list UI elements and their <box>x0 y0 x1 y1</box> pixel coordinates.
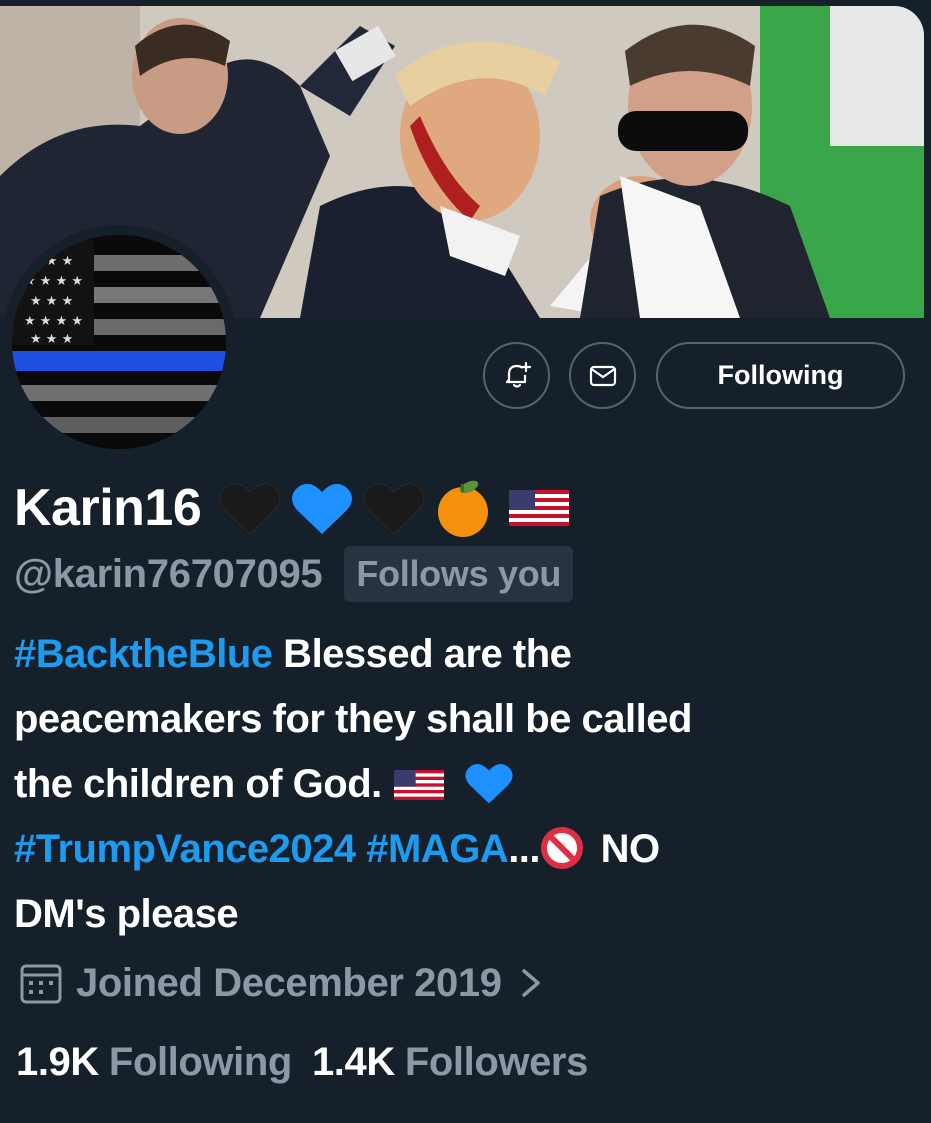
blue-heart-icon <box>292 483 353 534</box>
follows-you-badge: Follows you <box>344 546 574 602</box>
tangerine-icon <box>438 480 489 537</box>
bio-text: DM's please <box>14 892 239 936</box>
blue-heart-icon <box>465 764 513 804</box>
profile-avatar[interactable]: ★ ★ ★ ★ ★ ★ ★ ★ ★ ★ ★ ★ ★ ★ ★ ★ ★ <box>2 225 236 459</box>
name-emojis <box>219 478 570 538</box>
bio-text: ... <box>508 827 541 871</box>
svg-text:★ ★ ★ ★: ★ ★ ★ ★ <box>24 314 83 329</box>
following-button[interactable]: Following <box>656 342 905 409</box>
bio-text: NO <box>590 827 661 871</box>
bio-text: Blessed are the <box>272 632 572 676</box>
following-count: 1.9K <box>16 1040 99 1084</box>
following-label: Following <box>108 1040 292 1084</box>
followers-label: Followers <box>404 1040 589 1084</box>
notifications-button[interactable] <box>483 342 550 409</box>
hashtag-link[interactable]: #BacktheBlue <box>14 632 273 676</box>
message-button[interactable] <box>569 342 636 409</box>
bio-text <box>356 827 367 871</box>
prohibited-icon <box>541 827 584 869</box>
black-heart-icon <box>219 483 281 535</box>
display-name: Karin16 <box>14 479 202 537</box>
us-flag-icon <box>509 490 570 526</box>
bio-text: the children of God. <box>14 762 382 806</box>
bio-line: #BacktheBlue Blessed are the <box>14 622 914 687</box>
hashtag-link[interactable]: #MAGA <box>366 827 508 871</box>
followers-count: 1.4K <box>311 1040 395 1084</box>
hashtag-link[interactable]: #TrumpVance2024 <box>14 827 356 871</box>
svg-text:★ ★ ★ ★: ★ ★ ★ ★ <box>24 274 83 289</box>
thin-blue-line-flag-icon: ★ ★ ★ ★ ★ ★ ★ ★ ★ ★ ★ ★ ★ ★ ★ ★ ★ <box>12 235 226 449</box>
bio-line: DM's please <box>14 882 914 947</box>
envelope-icon <box>589 365 616 386</box>
bio-line: the children of God. <box>14 752 914 817</box>
joined-date-label: Joined December 2019 <box>76 960 502 1005</box>
handle-row: @karin76707095 Follows you <box>14 546 574 602</box>
svg-text:★ ★ ★: ★ ★ ★ <box>30 332 73 347</box>
bio-text: peacemakers for they shall be called <box>14 697 692 741</box>
profile-page: ★ ★ ★ ★ ★ ★ ★ ★ ★ ★ ★ ★ ★ ★ ★ ★ ★ Follow… <box>0 0 931 1123</box>
following-count-link[interactable]: 1.9K Following <box>16 1040 292 1085</box>
follow-counts: 1.9K Following 1.4K Followers <box>16 1040 608 1085</box>
profile-bio: #BacktheBlue Blessed are the peacemakers… <box>14 622 914 947</box>
black-heart-icon <box>363 483 425 535</box>
bio-line: #TrumpVance2024 #MAGA... NO <box>14 817 914 882</box>
us-flag-icon <box>393 770 444 800</box>
calendar-icon <box>20 964 62 1004</box>
svg-text:★ ★ ★: ★ ★ ★ <box>30 294 73 309</box>
followers-count-link[interactable]: 1.4K Followers <box>312 1040 588 1085</box>
joined-date-row[interactable]: Joined December 2019 <box>16 958 546 1008</box>
bio-line: peacemakers for they shall be called <box>14 687 914 752</box>
user-handle: @karin76707095 <box>14 551 323 596</box>
display-name-row: Karin16 <box>14 478 570 538</box>
bell-plus-icon <box>505 361 531 388</box>
chevron-right-icon <box>521 969 540 997</box>
